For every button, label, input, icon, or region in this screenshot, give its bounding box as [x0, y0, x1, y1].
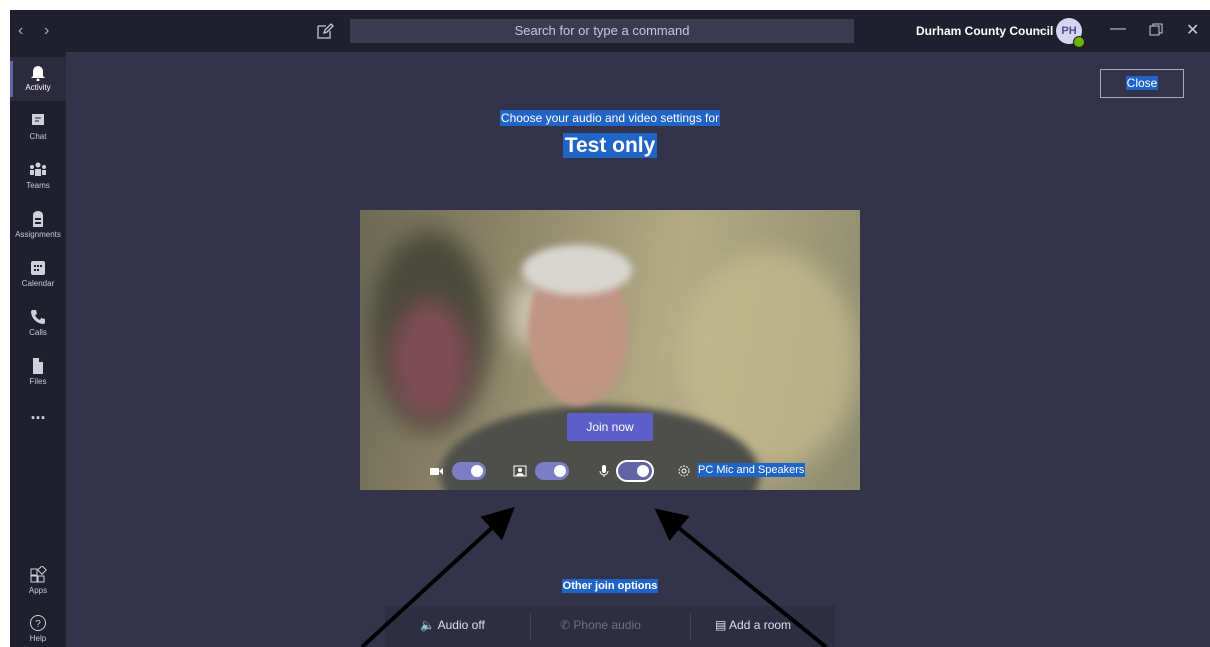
camera-icon — [430, 468, 443, 475]
phone-audio-option[interactable]: ✆ Phone audio — [560, 618, 641, 632]
rail-label: Assignments — [15, 230, 61, 239]
subtitle-text: Choose your audio and video settings for — [499, 110, 721, 126]
rail-item-calls[interactable]: Calls — [10, 302, 66, 346]
join-options-bar: 🔈 Audio off ✆ Phone audio ▤ Add a room — [385, 606, 835, 647]
rail-label: Files — [29, 377, 47, 386]
rail-label: Help — [29, 634, 47, 643]
divider — [690, 614, 691, 640]
rail-item-calendar[interactable]: Calendar — [10, 253, 66, 297]
person-hair — [522, 245, 632, 295]
teams-icon — [30, 162, 46, 176]
presence-badge — [1073, 36, 1085, 48]
restore-icon[interactable] — [1149, 23, 1163, 37]
rail-item-help[interactable]: ? Help — [10, 608, 66, 647]
phone-icon: ✆ — [560, 618, 571, 632]
teams-window: ‹ › Search for or type a command Durham … — [10, 10, 1210, 647]
speaker-off-icon: 🔈 — [420, 618, 435, 632]
audio-off-option[interactable]: 🔈 Audio off — [420, 618, 485, 632]
toggle-knob — [471, 465, 483, 477]
title-bar: ‹ › Search for or type a command Durham … — [10, 10, 1210, 52]
device-settings[interactable]: PC Mic and Speakers — [697, 463, 806, 477]
toggle-knob — [554, 465, 566, 477]
background-blur-icon — [513, 465, 527, 477]
phone-audio-label: Phone audio — [573, 618, 641, 632]
more-icon: ... — [30, 403, 46, 423]
phone-icon — [31, 310, 45, 324]
camera-toggle[interactable] — [452, 462, 486, 480]
toggle-knob — [637, 465, 649, 477]
chevron-left-icon[interactable]: ‹ — [18, 22, 23, 40]
blur-toggle[interactable] — [535, 462, 569, 480]
other-join-options-text: Other join options — [561, 579, 659, 593]
minimize-icon[interactable]: — — [1110, 20, 1126, 38]
rail-item-teams[interactable]: Teams — [10, 155, 66, 199]
org-name[interactable]: Durham County Council — [916, 24, 1053, 38]
add-room-label: Add a room — [729, 618, 792, 632]
close-button[interactable]: Close — [1100, 69, 1184, 98]
device-label: PC Mic and Speakers — [697, 463, 806, 477]
chevron-down-icon[interactable]: ⌄ — [1034, 22, 1043, 35]
audio-off-label: Audio off — [437, 618, 485, 632]
rail-item-more[interactable]: ... — [10, 403, 66, 432]
meeting-title-text: Test only — [562, 133, 658, 158]
new-chat-icon[interactable] — [315, 21, 335, 41]
chevron-right-icon[interactable]: › — [44, 22, 49, 40]
assignments-icon — [33, 211, 43, 227]
background-books — [390, 300, 470, 420]
rail-item-activity[interactable]: Activity — [10, 57, 66, 101]
device-controls: PC Mic and Speakers — [360, 460, 860, 482]
close-window-icon[interactable]: ✕ — [1186, 20, 1199, 40]
svg-text:?: ? — [35, 619, 41, 630]
microphone-icon — [599, 465, 609, 477]
calendar-icon — [31, 261, 45, 275]
add-room-option[interactable]: ▤ Add a room — [715, 618, 791, 632]
cast-icon: ▤ — [715, 618, 727, 632]
rail-item-files[interactable]: Files — [10, 351, 66, 395]
rail-item-assignments[interactable]: Assignments — [10, 204, 66, 248]
prejoin-subtitle: Choose your audio and video settings for — [10, 110, 1210, 126]
rail-label: Calls — [29, 328, 47, 337]
search-input[interactable]: Search for or type a command — [350, 19, 854, 43]
other-join-options-label: Other join options — [10, 579, 1210, 593]
help-icon: ? — [30, 615, 46, 631]
meeting-title: Test only — [10, 133, 1210, 158]
file-icon — [33, 358, 43, 374]
bell-icon — [31, 66, 45, 81]
rail-label: Teams — [26, 181, 50, 190]
gear-icon[interactable] — [677, 464, 691, 478]
close-button-label: Close — [1125, 76, 1159, 90]
join-now-button[interactable]: Join now — [567, 413, 653, 441]
rail-label: Activity — [25, 83, 51, 92]
microphone-toggle[interactable] — [618, 462, 652, 480]
rail-label: Calendar — [21, 279, 55, 288]
divider — [530, 614, 531, 640]
video-preview: Join now PC Mic and Speakers — [360, 210, 860, 490]
